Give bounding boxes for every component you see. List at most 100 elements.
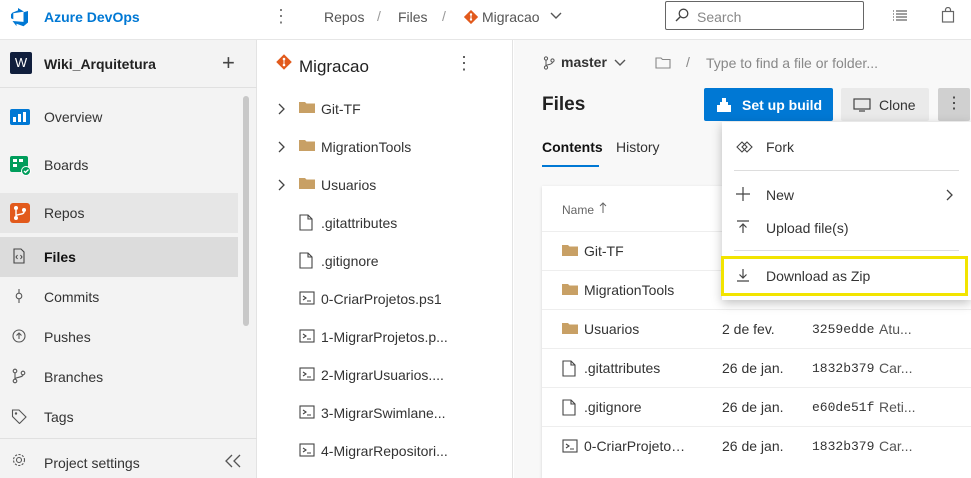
chevron-right-icon[interactable] [278,179,286,191]
tree-item[interactable]: 2-MigrarUsuarios.... [257,356,513,394]
tree-item[interactable]: 4-MigrarRepositori... [257,432,513,470]
file-icon [562,399,576,416]
tree-item[interactable]: 1-MigrarProjetos.p... [257,318,513,356]
menu-item-label: Upload file(s) [766,220,849,236]
branch-icon [12,368,26,384]
more-options-button[interactable]: ⋮ [938,88,970,121]
table-row[interactable]: .gitattributes 26 de jan. 1832b379 Car... [542,348,971,387]
menu-item-new[interactable]: New [722,179,971,211]
tree-item[interactable]: Git-TF [257,90,513,128]
git-repo-icon [276,54,292,70]
highlight-box [721,256,968,296]
nav-item-label: Tags [44,409,74,425]
commit-id[interactable]: e60de51f [812,400,874,415]
repo-name[interactable]: Migracao [299,57,369,77]
script-file-icon [299,291,315,305]
menu-item-upload[interactable]: Upload file(s) [722,212,971,244]
path-search-input[interactable]: Type to find a file or folder... [706,55,878,71]
tab-contents[interactable]: Contents [542,139,603,155]
add-icon[interactable]: + [222,50,235,76]
breadcrumb-repos[interactable]: Repos [324,9,364,25]
chevron-down-icon[interactable] [614,59,626,67]
script-file-icon [299,443,315,457]
menu-item-fork[interactable]: Fork [722,131,971,163]
clone-button[interactable]: Clone [841,88,929,121]
script-file-icon [562,439,578,453]
table-row[interactable]: 0-CriarProjetos.... 26 de jan. 1832b379 Car… [542,426,971,465]
more-actions-icon[interactable]: ⋮ [455,53,473,74]
branch-selector[interactable]: master [561,54,607,70]
setup-build-button[interactable]: Set up build [704,88,833,121]
brand-name[interactable]: Azure DevOps [44,9,140,25]
shopping-bag-icon[interactable] [941,7,955,23]
nav-item-boards[interactable]: Boards [0,145,238,185]
clone-label: Clone [879,97,916,113]
nav-item-repos[interactable]: Repos [0,193,238,233]
setup-build-label: Set up build [742,97,823,113]
nav-item-label: Boards [44,157,89,173]
repos-icon [10,203,30,223]
nav-item-label: Commits [44,289,100,305]
tree-item[interactable]: 3-MigrarSwimlane... [257,394,513,432]
monitor-icon [853,98,871,112]
collapse-double-chevron-icon[interactable] [224,454,242,468]
chevron-right-icon[interactable] [278,103,286,115]
chevron-down-icon[interactable] [550,12,562,20]
git-repo-icon [464,10,478,24]
folder-outline-icon [655,57,671,69]
commit-icon [15,289,23,303]
tree-item[interactable]: Usuarios [257,166,513,204]
tree-item[interactable]: MigrationTools [257,128,513,166]
script-file-icon [299,329,315,343]
search-input[interactable]: Search [665,1,864,30]
folder-icon [562,245,578,256]
last-change-date: 2 de fev. [722,321,775,337]
nav-item-branches[interactable]: Branches [0,357,238,397]
nav-item-pushes[interactable]: Pushes [0,317,238,357]
breadcrumb-files[interactable]: Files [398,9,428,25]
top-bar: Azure DevOps ⋮ Repos / Files / Migracao … [0,0,971,40]
branch-icon [543,56,555,70]
table-row[interactable]: Usuarios 2 de fev. 3259edde Atu... [542,309,971,348]
sort-ascending-icon[interactable] [599,202,607,214]
fork-icon [736,141,753,153]
list-settings-icon[interactable] [892,9,908,23]
tree-item[interactable]: 0-CriarProjetos.ps1 [257,280,513,318]
tree-item-label: 4-MigrarRepositori... [321,443,448,459]
commit-id[interactable]: 1832b379 [812,361,874,376]
tab-history[interactable]: History [616,139,660,155]
tree-item[interactable]: .gitattributes [257,204,513,242]
search-placeholder: Search [697,9,742,25]
project-header: W Wiki_Arquitetura + [0,40,257,88]
project-settings[interactable]: Project settings [0,438,257,478]
commit-id[interactable]: 1832b379 [812,439,874,454]
project-name[interactable]: Wiki_Arquitetura [44,56,156,72]
more-breadcrumbs-icon[interactable]: ⋮ [272,6,290,27]
nav-scrollbar[interactable] [243,96,249,326]
boards-icon [10,156,31,176]
breadcrumb-repo[interactable]: Migracao [482,9,540,25]
overview-icon [10,109,30,125]
azure-devops-logo-icon[interactable] [10,7,30,27]
nav-item-overview[interactable]: Overview [0,97,238,137]
gear-icon [12,453,26,467]
last-change-date: 26 de jan. [722,399,784,415]
tree-item[interactable]: .gitignore [257,242,513,280]
nav-item-commits[interactable]: Commits [0,277,238,317]
tree-item-label: MigrationTools [321,139,412,155]
nav-item-files[interactable]: Files [0,237,238,277]
folder-icon [562,284,578,295]
search-icon [675,8,689,22]
file-icon [562,360,576,377]
push-icon [12,329,26,343]
project-avatar[interactable]: W [10,52,32,74]
file-name: .gitattributes [584,360,661,376]
commit-id[interactable]: 3259edde [812,322,874,337]
table-row[interactable]: .gitignore 26 de jan. e60de51f Reti... [542,387,971,426]
tree-item-label: Usuarios [321,177,377,193]
column-header-name[interactable]: Name [562,203,594,217]
chevron-right-icon[interactable] [278,141,286,153]
menu-item-label: Fork [766,139,794,155]
nav-item-tags[interactable]: Tags [0,397,238,437]
nav-item-label: Overview [44,109,103,125]
